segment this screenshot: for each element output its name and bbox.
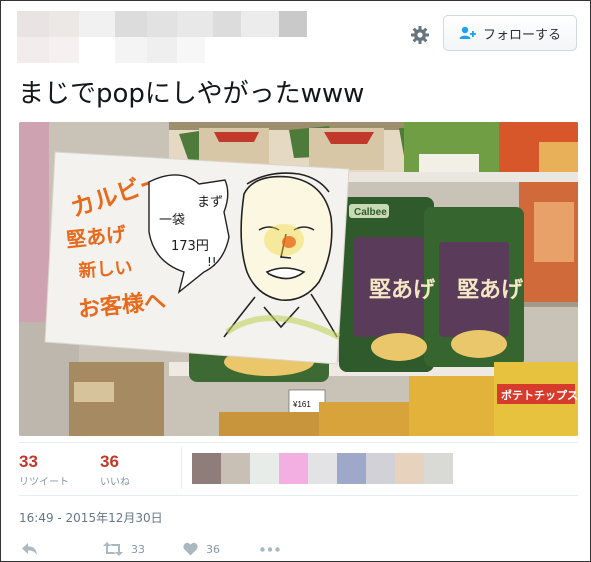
like-label: いいね <box>100 477 130 488</box>
bag-title-2: 堅あげ <box>457 278 524 303</box>
like-button[interactable]: 36 <box>183 542 220 556</box>
retweet-icon <box>103 542 123 556</box>
heart-icon <box>183 542 198 556</box>
retweet-count: 33 <box>19 452 38 471</box>
stat-divider <box>181 447 182 489</box>
more-button[interactable] <box>260 547 280 552</box>
sign-line-3: 新しい <box>78 256 133 282</box>
avatar[interactable] <box>395 453 424 484</box>
avatar[interactable] <box>424 453 453 484</box>
retweet-label: リツイート <box>19 477 69 488</box>
avatar[interactable] <box>250 453 279 484</box>
user-identity-blurred[interactable] <box>17 11 307 63</box>
avatar[interactable] <box>366 453 395 484</box>
more-icon <box>260 547 280 552</box>
divider-top <box>19 442 578 443</box>
speech-line-3: 173円 <box>171 239 209 254</box>
speech-line-2: 一袋 <box>159 213 185 228</box>
photo-illustration: Calbee 堅あげ 堅あげ ¥161 ポテトチップス カルビー 堅あげ 新しい… <box>19 122 578 436</box>
avatar[interactable] <box>192 453 221 484</box>
reply-button[interactable] <box>21 542 38 556</box>
reply-icon <box>21 542 38 556</box>
bag-brand: Calbee <box>354 207 387 218</box>
avatar[interactable] <box>279 453 308 484</box>
speech-line-4: !! <box>207 255 217 269</box>
tweet-photo[interactable]: Calbee 堅あげ 堅あげ ¥161 ポテトチップス カルビー 堅あげ 新しい… <box>19 122 578 436</box>
tweet-text: まじでpopにしやがったwww <box>18 79 365 109</box>
like-stat[interactable]: 36 いいね <box>100 452 130 488</box>
like-count: 36 <box>100 452 119 471</box>
lower-bag-text: ポテトチップス <box>501 388 578 402</box>
price-tag: ¥161 <box>292 400 311 409</box>
like-action-count: 36 <box>206 542 220 556</box>
tweet-timestamp[interactable]: 16:49 - 2015年12月30日 <box>19 509 163 526</box>
speech-line-1: まず <box>197 195 223 210</box>
divider-mid <box>19 495 578 496</box>
follow-button[interactable]: フォローする <box>443 15 577 51</box>
follow-label: フォローする <box>482 27 561 43</box>
retweet-action-count: 33 <box>131 542 145 556</box>
tweet-card: フォローする まじでpopにしやがったwww Calbee 堅あげ 堅あげ ¥1… <box>0 0 591 562</box>
avatar[interactable] <box>337 453 366 484</box>
gear-icon[interactable] <box>409 24 431 46</box>
action-bar: 33 36 <box>1 537 591 561</box>
add-person-icon <box>459 26 477 40</box>
retweet-button[interactable]: 33 <box>103 542 145 556</box>
avatar[interactable] <box>221 453 250 484</box>
avatar[interactable] <box>308 453 337 484</box>
retweet-stat[interactable]: 33 リツイート <box>19 452 69 488</box>
bag-title: 堅あげ <box>369 278 436 303</box>
